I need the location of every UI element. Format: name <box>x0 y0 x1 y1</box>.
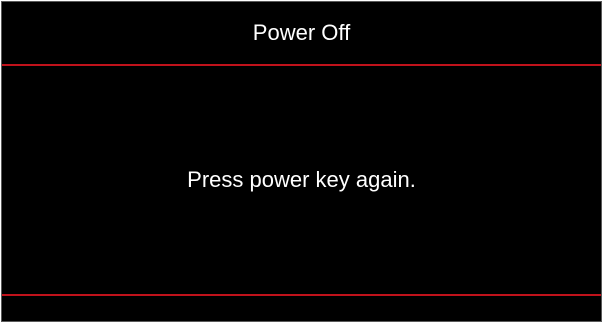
dialog-title: Power Off <box>252 20 351 45</box>
dialog-message: Press power key again. <box>187 167 416 192</box>
power-off-dialog: Power Off Press power key again. <box>1 1 602 322</box>
bottom-divider <box>2 294 601 296</box>
